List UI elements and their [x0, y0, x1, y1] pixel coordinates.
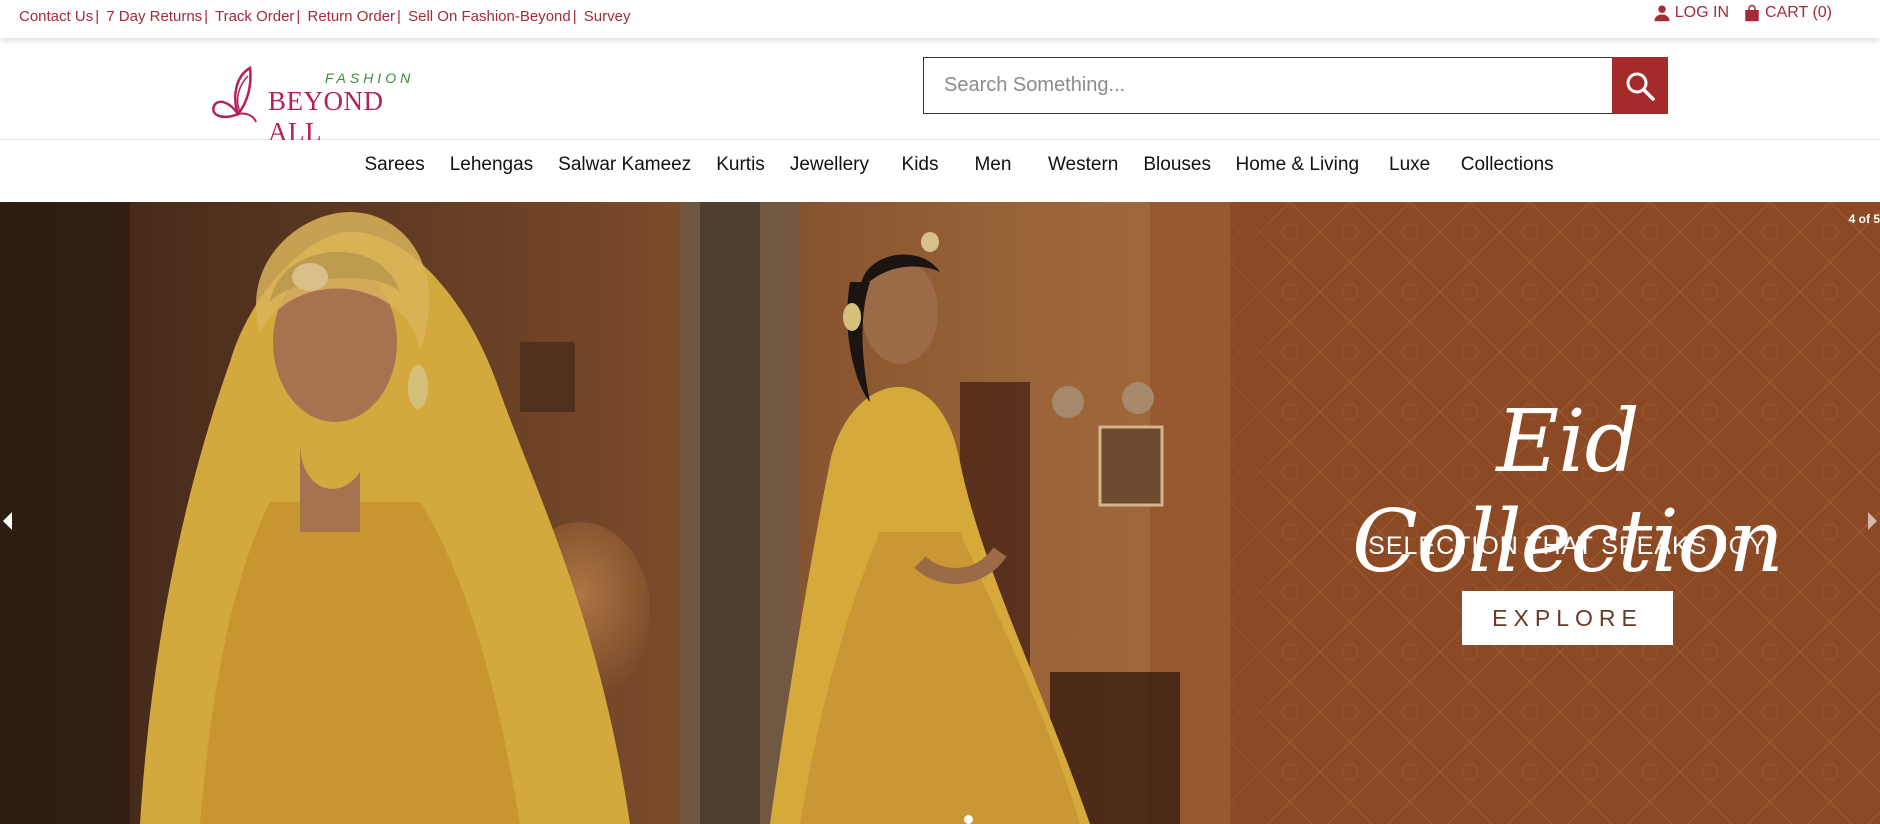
- search-bar: [923, 57, 1668, 114]
- brand-tagline: FASHION: [325, 70, 415, 86]
- contact-us-link[interactable]: Contact Us: [19, 8, 93, 25]
- search-icon: [1626, 72, 1655, 101]
- divider: |: [204, 8, 209, 25]
- login-button[interactable]: LOG IN: [1653, 4, 1729, 22]
- survey-link[interactable]: Survey: [584, 8, 631, 25]
- search-input[interactable]: [923, 57, 1613, 114]
- return-order-link[interactable]: Return Order: [308, 8, 396, 25]
- divider: |: [572, 8, 577, 25]
- nav-item-kids[interactable]: Kids: [882, 154, 963, 176]
- main-nav: Sarees Lehengas Salwar Kameez Kurtis Jew…: [0, 140, 1880, 202]
- hero-carousel[interactable]: 4 of 5 Eid Collection SELECTION THAT SPE…: [0, 202, 1880, 824]
- login-label: LOG IN: [1674, 4, 1730, 21]
- brand-name: BEYOND ALL: [268, 86, 384, 147]
- butterfly-logo-icon: [212, 65, 257, 123]
- account-links: LOG IN CART (0): [1653, 4, 1832, 22]
- top-bar: Contact Us | 7 Day Returns | Track Order | …: [0, 0, 1880, 38]
- cart-label: CART (0): [1765, 4, 1832, 21]
- slide-counter: 4 of 5: [1848, 212, 1880, 226]
- next-slide-arrow[interactable]: [1868, 512, 1877, 530]
- search-button[interactable]: [1612, 57, 1668, 114]
- nav-item-collections[interactable]: Collections: [1448, 154, 1566, 176]
- nav-item-lehengas[interactable]: Lehengas: [437, 154, 545, 176]
- nav-item-jewellery[interactable]: Jewellery: [777, 154, 881, 176]
- site-header: FASHION BEYOND ALL: [0, 38, 1880, 147]
- carousel-dot-active[interactable]: [964, 815, 973, 824]
- cart-button[interactable]: CART (0): [1743, 4, 1832, 22]
- shopping-bag-icon: [1745, 4, 1759, 22]
- utility-links: Contact Us | 7 Day Returns | Track Order | …: [19, 8, 630, 25]
- hero-title: Eid Collection: [1352, 392, 1784, 592]
- divider: |: [95, 8, 100, 25]
- nav-item-men[interactable]: Men: [962, 154, 1035, 176]
- hero-subtitle: SELECTION THAT SPEAKS JOY: [1368, 532, 1767, 560]
- sell-link[interactable]: Sell On Fashion-Beyond: [408, 8, 571, 25]
- nav-item-sarees[interactable]: Sarees: [352, 154, 437, 176]
- explore-button[interactable]: EXPLORE: [1462, 591, 1673, 645]
- divider: |: [296, 8, 301, 25]
- nav-item-blouses[interactable]: Blouses: [1131, 154, 1224, 176]
- nav-item-western[interactable]: Western: [1035, 154, 1130, 176]
- returns-link[interactable]: 7 Day Returns: [106, 8, 202, 25]
- prev-slide-arrow[interactable]: [3, 512, 12, 530]
- track-order-link[interactable]: Track Order: [215, 8, 294, 25]
- user-icon: [1654, 5, 1670, 22]
- nav-item-luxe[interactable]: Luxe: [1377, 154, 1448, 176]
- nav-item-home-living[interactable]: Home & Living: [1223, 154, 1377, 176]
- nav-item-salwar-kameez[interactable]: Salwar Kameez: [546, 154, 704, 176]
- divider: |: [397, 8, 401, 25]
- nav-item-kurtis[interactable]: Kurtis: [704, 154, 778, 176]
- brand-logo[interactable]: FASHION BEYOND ALL: [210, 62, 430, 147]
